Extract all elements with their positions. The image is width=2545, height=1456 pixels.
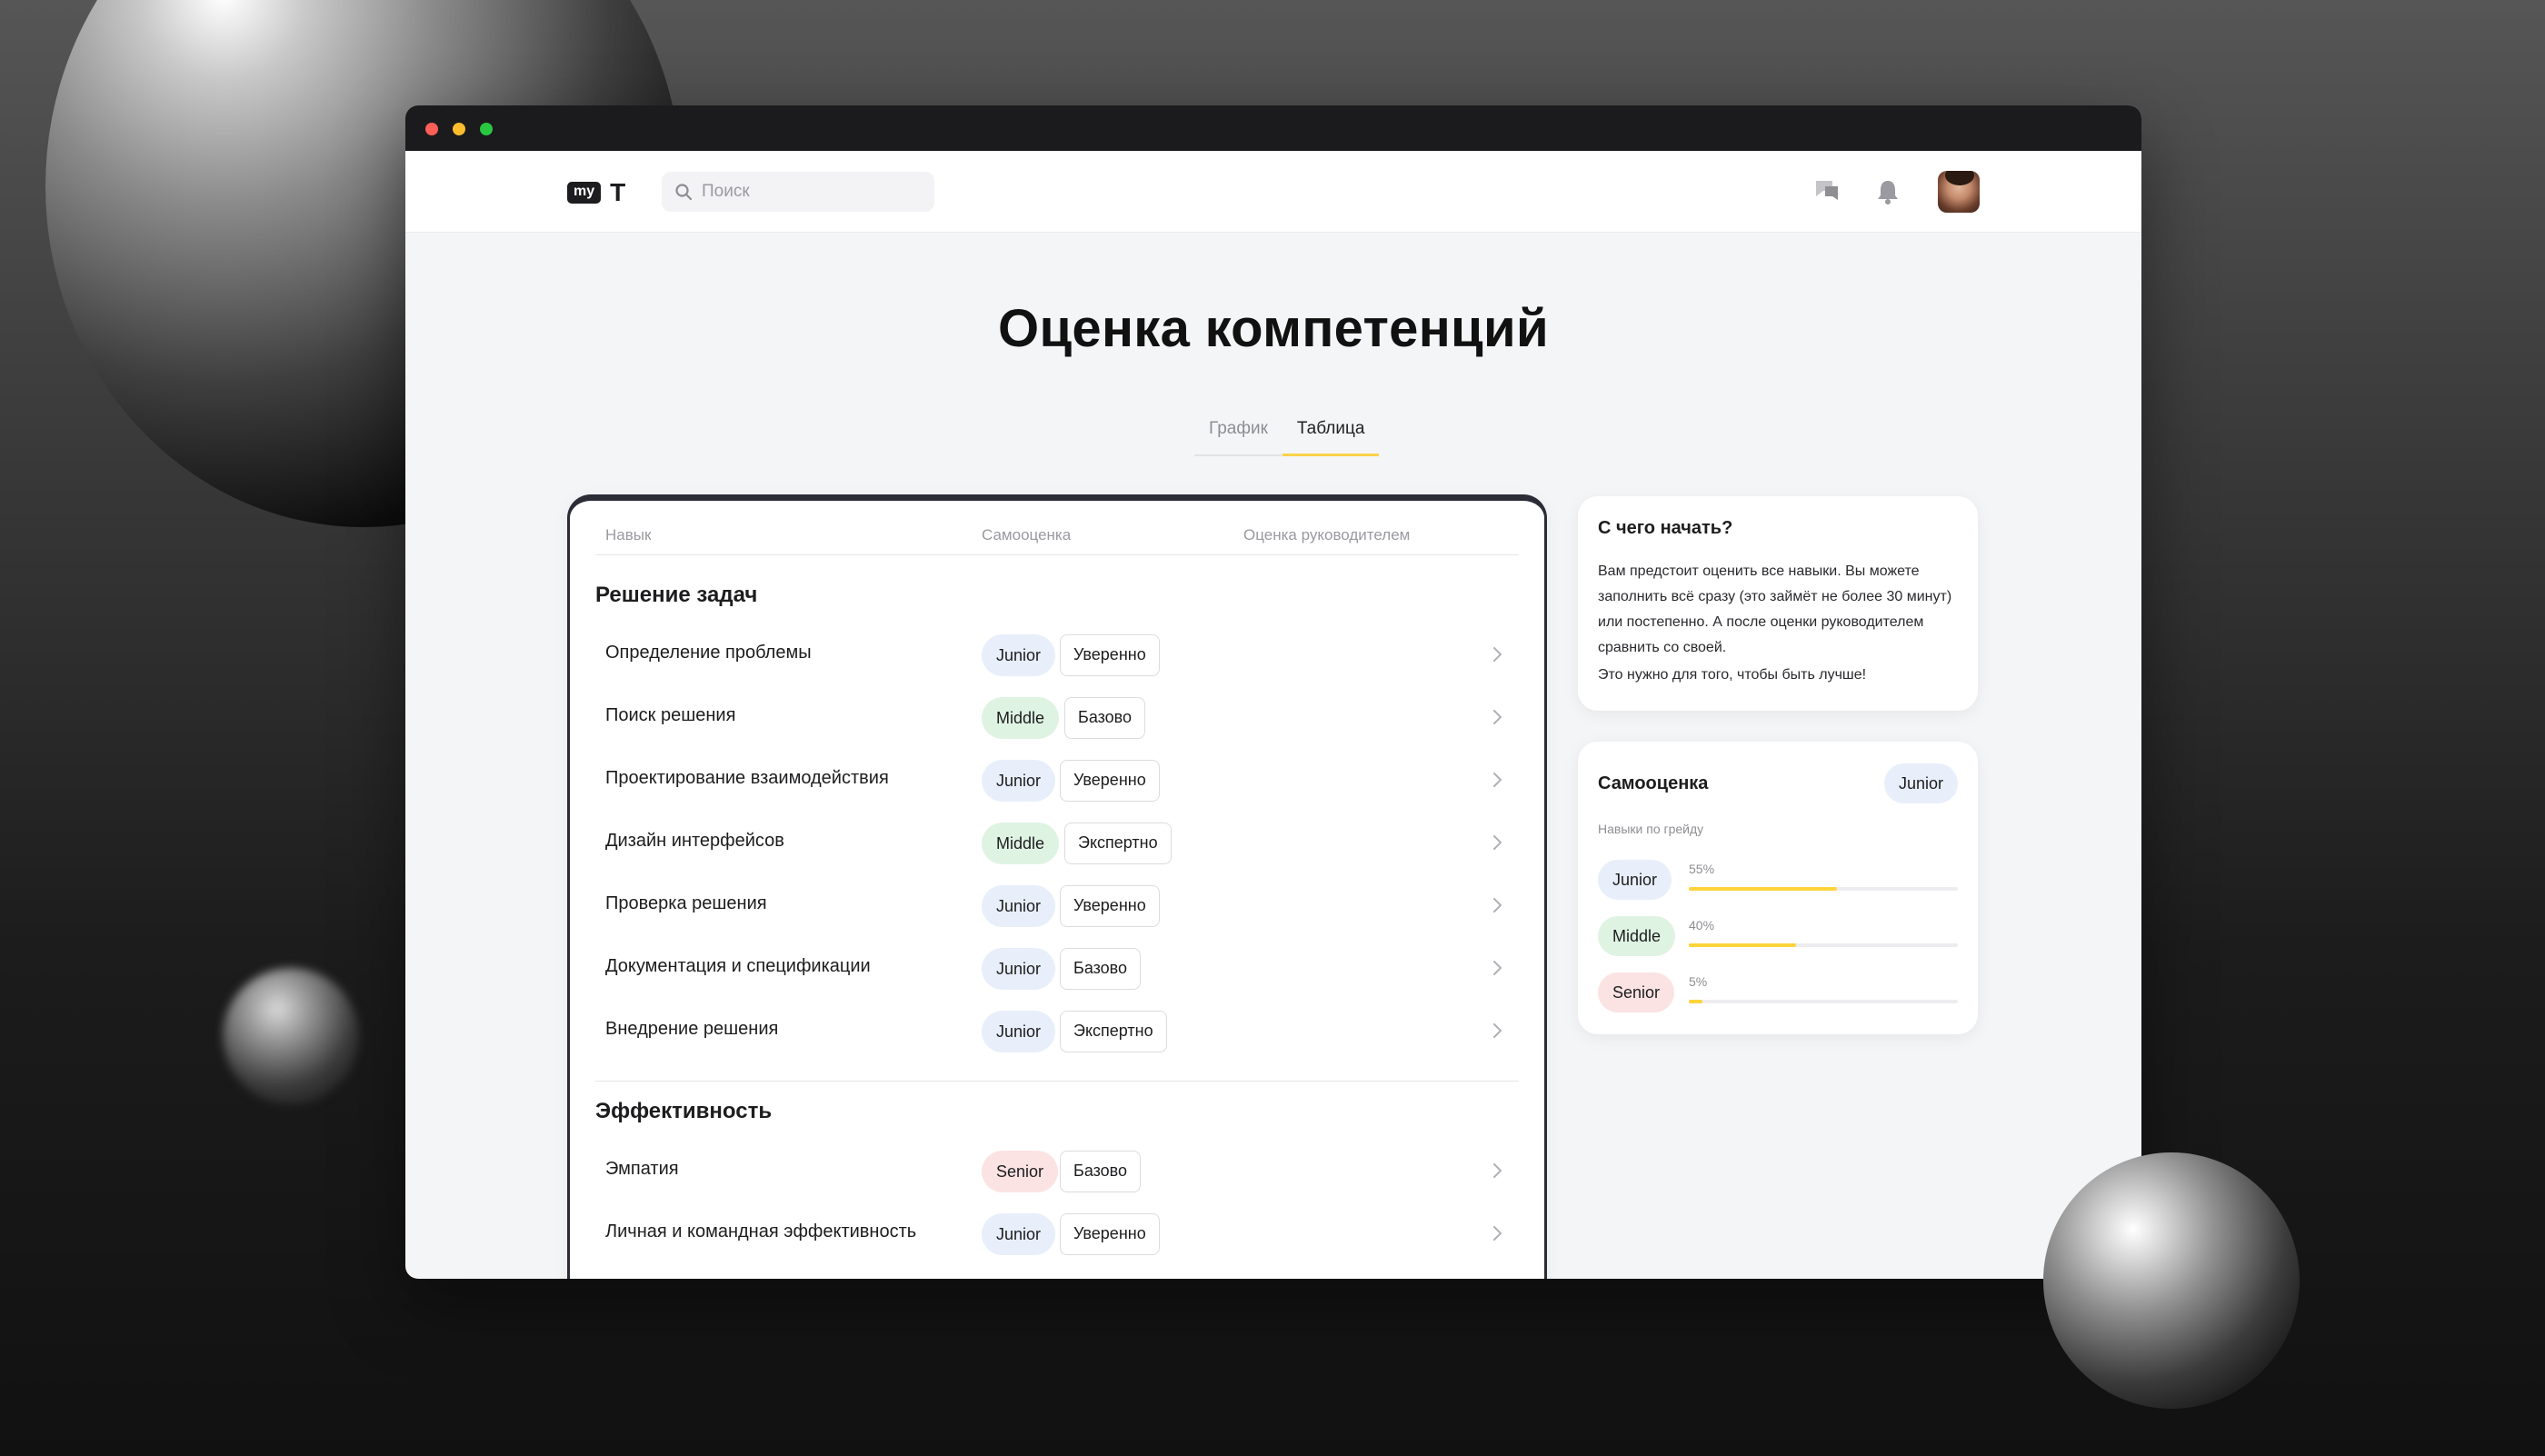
self-assessment-subtitle: Навыки по грейду	[1598, 822, 1704, 836]
self-assessment-header: Самооценка Junior	[1598, 763, 1958, 803]
search-input[interactable]	[702, 182, 920, 202]
chevron-right-icon[interactable]	[1492, 643, 1504, 665]
level-tag: Базово	[1064, 697, 1146, 739]
header-manager-assessment: Оценка руководителем	[1243, 526, 1411, 544]
grade-badge: Senior	[982, 1151, 1059, 1192]
getting-started-text: Вам предстоит оценить все навыки. Вы мож…	[1598, 563, 1952, 655]
table-row[interactable]: Проверка решения Junior Уверенно	[595, 877, 1519, 935]
current-grade-badge: Junior	[1883, 763, 1958, 803]
level-tag: Уверенно	[1060, 634, 1160, 676]
grade-percent: 5%	[1689, 974, 1708, 989]
skill-name: Проектирование взаимодействия	[605, 768, 889, 788]
skill-name: Поиск решения	[605, 705, 736, 725]
top-navigation: my T	[405, 151, 2141, 233]
minimize-window-button[interactable]	[453, 123, 465, 135]
grade-badge: Junior	[982, 634, 1056, 676]
progress-track	[1689, 943, 1958, 947]
grade-progress-row: Junior 55%	[1598, 860, 1958, 900]
grade-percent: 55%	[1689, 862, 1715, 876]
skill-name: Дизайн интерфейсов	[605, 831, 784, 851]
skill-name: Эмпатия	[605, 1159, 679, 1179]
skill-name: Личная и командная эффективность	[605, 1222, 917, 1242]
chevron-right-icon[interactable]	[1492, 1222, 1504, 1244]
table-row[interactable]: Эмпатия Senior Базово	[595, 1142, 1519, 1201]
table-header: Навык Самооценка Оценка руководителем	[595, 526, 1519, 555]
section-title: Эффективность	[595, 1099, 773, 1123]
progress-fill	[1689, 1000, 1702, 1003]
progress-track	[1689, 1000, 1958, 1003]
level-tag: Уверенно	[1060, 1213, 1160, 1255]
level-tag: Базово	[1060, 1151, 1142, 1192]
table-row[interactable]: Поиск решения Middle Базово	[595, 689, 1519, 747]
self-assessment-card: Самооценка Junior Навыки по грейду Junio…	[1578, 742, 1978, 1034]
chevron-right-icon[interactable]	[1492, 1020, 1504, 1042]
table-row[interactable]: Проектирование взаимодействия Junior Уве…	[595, 752, 1519, 810]
grade-label: Middle	[1598, 916, 1676, 956]
page-title: Оценка компетенций	[998, 299, 1549, 358]
level-tag: Уверенно	[1060, 760, 1160, 802]
header-self-assessment: Самооценка	[982, 526, 1072, 544]
table-row[interactable]: Определение проблемы Junior Уверенно	[595, 626, 1519, 684]
browser-window: my T Оценка компетенций График Таблица Н…	[405, 105, 2141, 1279]
grade-badge: Junior	[982, 1213, 1056, 1255]
maximize-window-button[interactable]	[480, 123, 493, 135]
chevron-right-icon[interactable]	[1492, 1160, 1504, 1182]
grade-progress-row: Senior 5%	[1598, 972, 1958, 1012]
chevron-right-icon[interactable]	[1492, 706, 1504, 728]
level-tag: Уверенно	[1060, 885, 1160, 927]
skill-name: Определение проблемы	[605, 643, 812, 663]
chevron-right-icon[interactable]	[1492, 769, 1504, 791]
tab-chart[interactable]: График	[1194, 411, 1282, 456]
window-titlebar	[405, 105, 2141, 151]
decorative-sphere-small	[223, 968, 359, 1104]
grade-badge: Junior	[982, 948, 1056, 990]
level-tag: Экспертно	[1060, 1011, 1167, 1052]
getting-started-note: Это нужно для того, чтобы быть лучше!	[1598, 667, 1867, 683]
chevron-right-icon[interactable]	[1492, 832, 1504, 853]
grade-label: Senior	[1598, 972, 1675, 1012]
chevron-right-icon[interactable]	[1492, 894, 1504, 916]
grade-percent: 40%	[1689, 918, 1715, 932]
grade-progress-row: Middle 40%	[1598, 916, 1958, 956]
section-title: Решение задач	[595, 583, 758, 607]
skill-name: Документация и спецификации	[605, 956, 871, 976]
grade-badge: Junior	[982, 885, 1056, 927]
close-window-button[interactable]	[425, 123, 438, 135]
table-row[interactable]: Дизайн интерфейсов Middle Экспертно	[595, 814, 1519, 873]
logo-my: my	[567, 182, 602, 204]
tab-table[interactable]: Таблица	[1282, 411, 1380, 456]
level-tag: Экспертно	[1064, 823, 1172, 864]
grade-badge: Junior	[982, 760, 1056, 802]
user-avatar[interactable]	[1938, 171, 1980, 213]
bell-icon[interactable]	[1874, 178, 1901, 205]
getting-started-card: С чего начать? Вам предстоит оценить все…	[1578, 496, 1978, 711]
getting-started-title: С чего начать?	[1598, 518, 1733, 538]
grade-badge: Middle	[982, 823, 1060, 864]
chevron-right-icon[interactable]	[1492, 957, 1504, 979]
grade-badge: Junior	[982, 1011, 1056, 1052]
table-row[interactable]: Документация и спецификации Junior Базов…	[595, 940, 1519, 998]
skill-name: Проверка решения	[605, 893, 767, 913]
progress-fill	[1689, 943, 1797, 947]
header-skill: Навык	[605, 526, 652, 544]
view-tabs: График Таблица	[1194, 411, 1380, 456]
logo[interactable]: my T	[567, 178, 626, 206]
self-assessment-title: Самооценка	[1598, 773, 1709, 793]
progress-fill	[1689, 887, 1837, 891]
grade-label: Junior	[1598, 860, 1672, 900]
section-divider	[595, 1081, 1519, 1082]
progress-track	[1689, 887, 1958, 891]
table-row[interactable]: Внедрение решения Junior Экспертно	[595, 1002, 1519, 1061]
search-box[interactable]	[662, 172, 934, 212]
grade-badge: Middle	[982, 697, 1060, 739]
chat-icon[interactable]	[1812, 178, 1841, 205]
search-icon	[675, 184, 693, 201]
level-tag: Базово	[1060, 948, 1142, 990]
skill-name: Внедрение решения	[605, 1019, 779, 1039]
table-row[interactable]: Личная и командная эффективность Junior …	[595, 1205, 1519, 1263]
competency-table: Навык Самооценка Оценка руководителем Ре…	[567, 494, 1547, 1279]
logo-t: T	[610, 178, 626, 206]
decorative-sphere-right	[2043, 1152, 2300, 1409]
